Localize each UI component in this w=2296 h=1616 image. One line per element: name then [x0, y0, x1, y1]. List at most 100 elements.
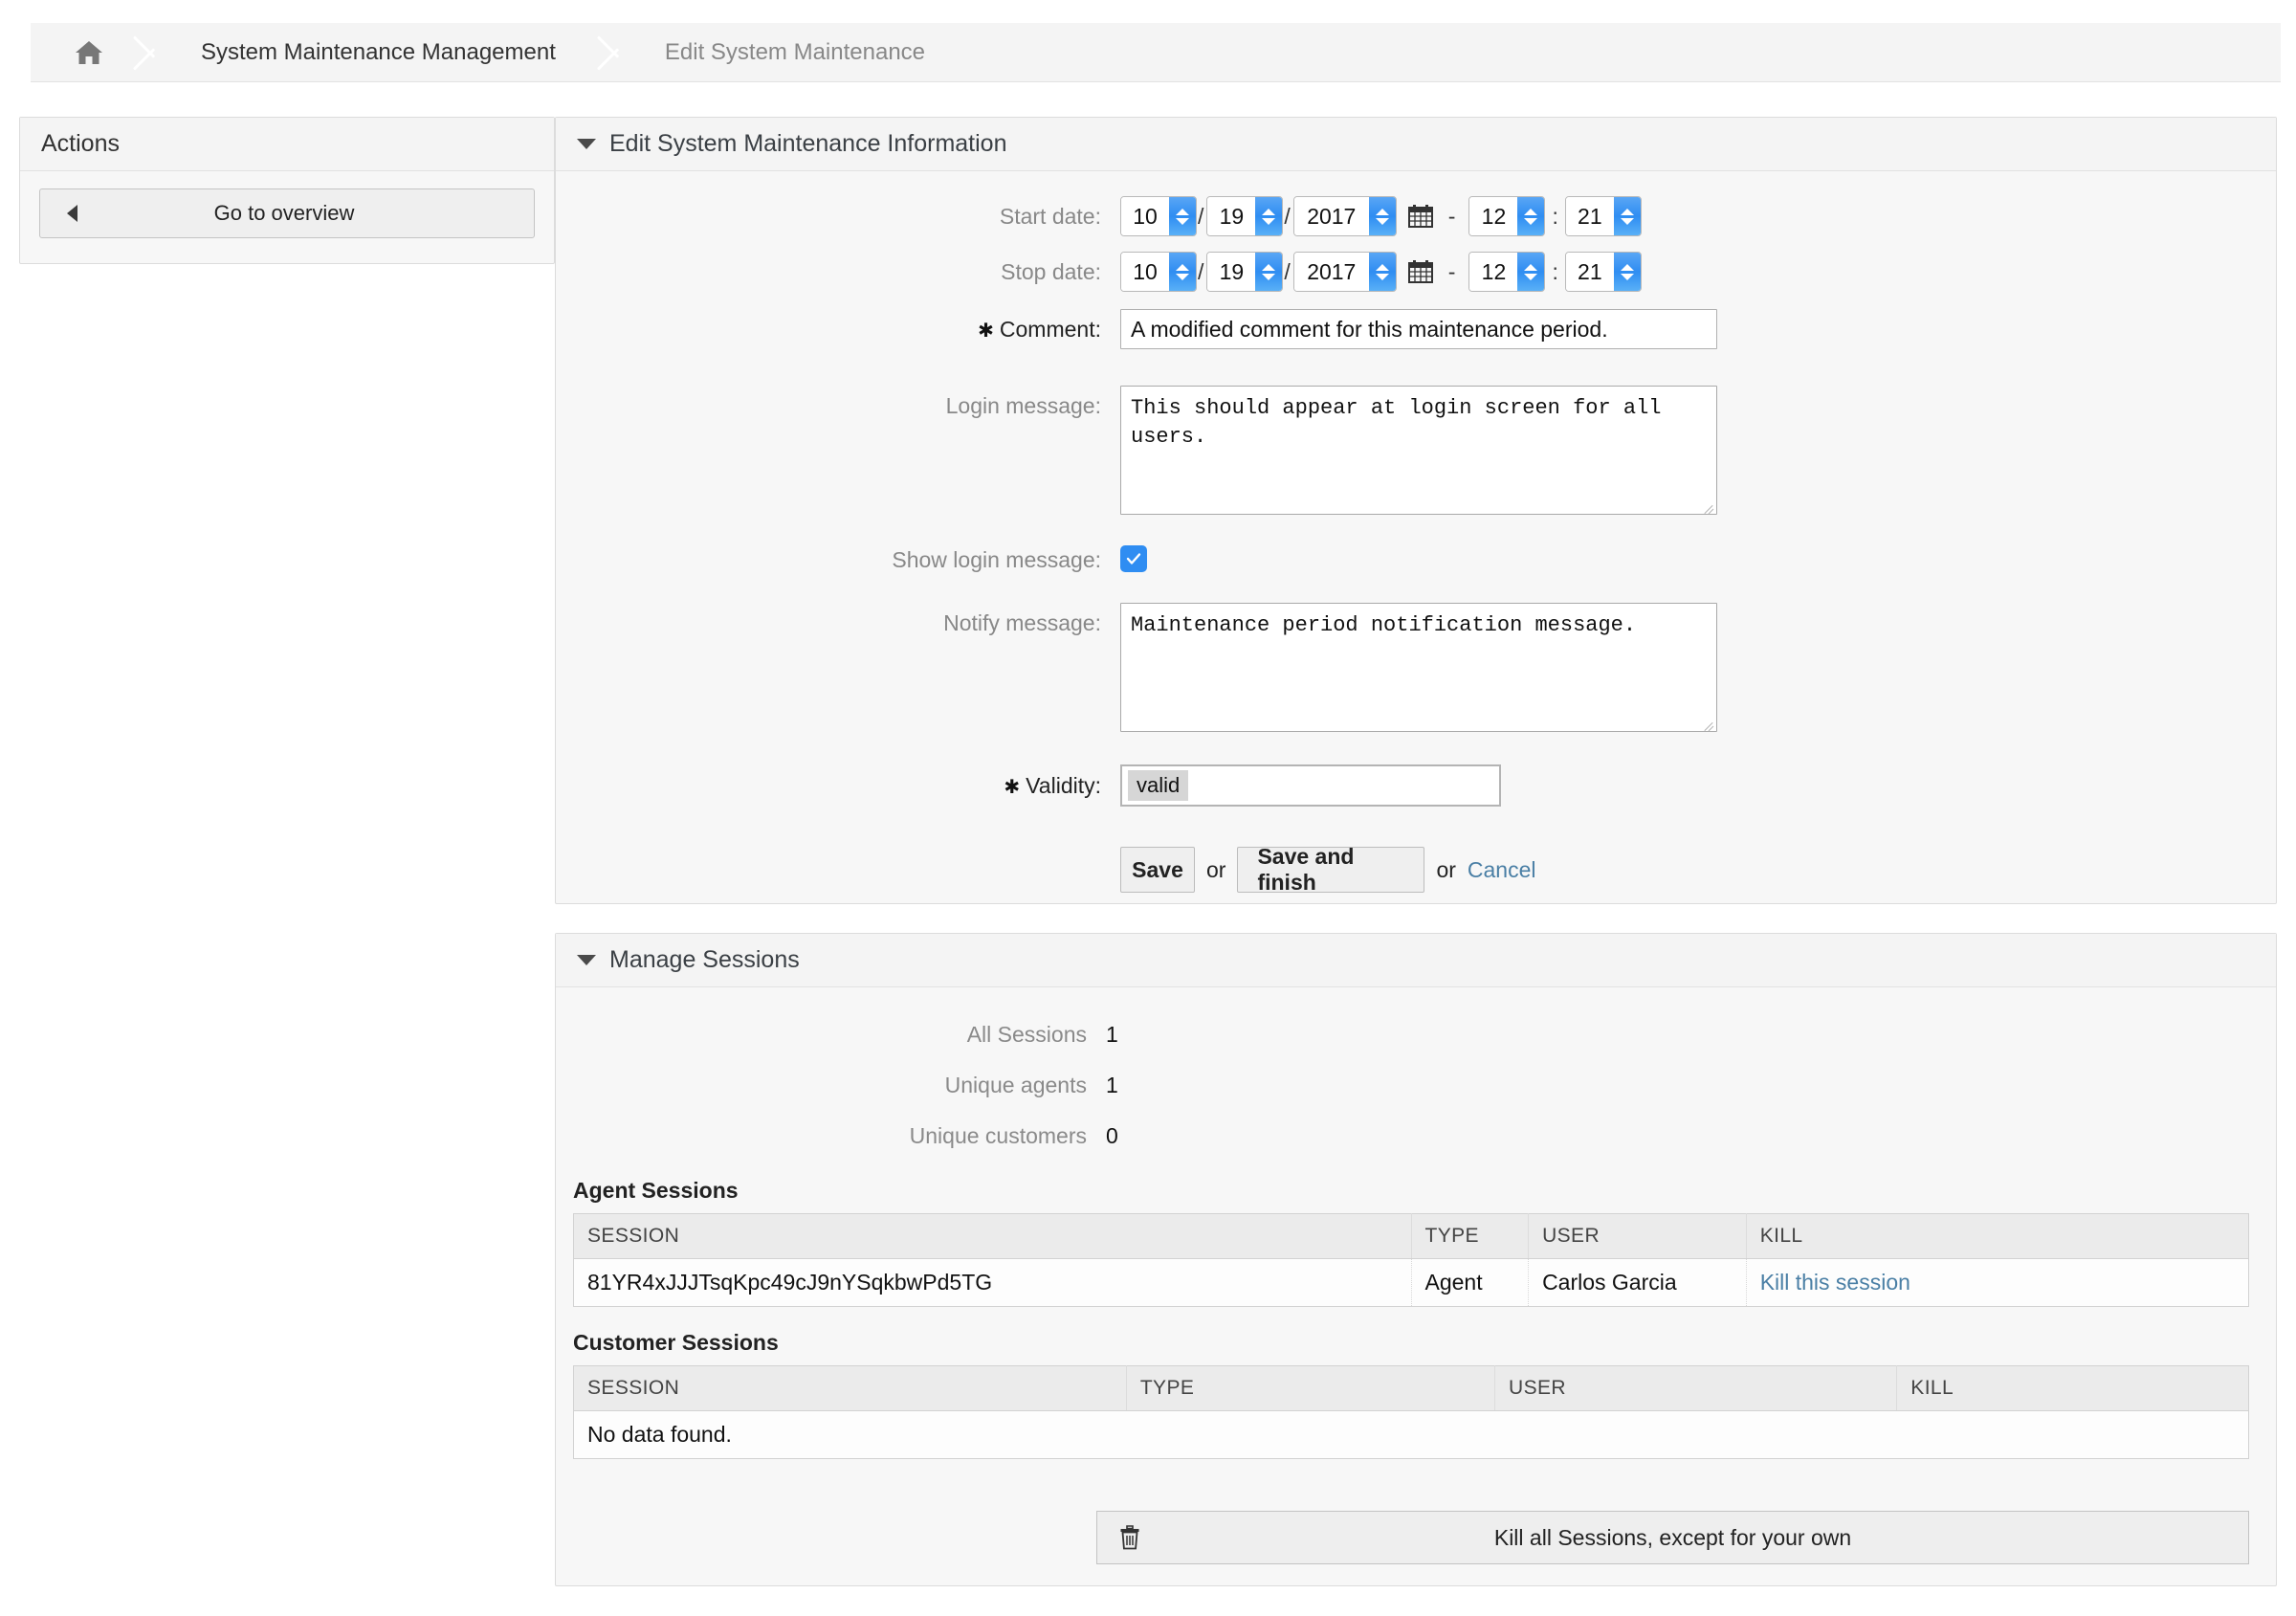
column-header-type: TYPE [1411, 1214, 1529, 1259]
kill-this-session-link[interactable]: Kill this session [1760, 1270, 1910, 1295]
stop-date-minute-value: 21 [1566, 253, 1614, 291]
go-to-overview-button[interactable]: Go to overview [39, 188, 535, 238]
start-date-year-spinner-buttons[interactable] [1369, 197, 1396, 235]
actions-sidebar: Actions Go to overview [19, 117, 555, 264]
stop-date-minute-spinner-buttons[interactable] [1614, 253, 1641, 291]
kill-all-sessions-button[interactable]: Kill all Sessions, except for your own [1096, 1511, 2249, 1564]
start-date-month-spinner-buttons[interactable] [1169, 197, 1196, 235]
stop-date-year-spinner-buttons[interactable] [1369, 253, 1396, 291]
stat-all-sessions-value: 1 [1106, 1022, 1118, 1048]
cell-session-type: Agent [1411, 1259, 1529, 1307]
manage-sessions-header[interactable]: Manage Sessions [556, 934, 2276, 987]
save-and-finish-button[interactable]: Save and finish [1237, 847, 1424, 893]
start-date-day-spinner[interactable]: 19 [1206, 196, 1283, 236]
actions-body: Go to overview [20, 171, 554, 263]
edit-system-maintenance-widget: Edit System Maintenance Information Star… [555, 117, 2277, 904]
stat-unique-agents-value: 1 [1106, 1073, 1118, 1098]
stop-date-month-spinner-buttons[interactable] [1169, 253, 1196, 291]
start-date-minute-spinner-buttons[interactable] [1614, 197, 1641, 235]
start-date-hour-spinner-buttons[interactable] [1517, 197, 1544, 235]
save-button[interactable]: Save [1120, 847, 1195, 893]
cell-session-user: Carlos Garcia [1529, 1259, 1747, 1307]
notify-message-row: Notify message: Maintenance period notif… [556, 603, 2276, 732]
notify-message-resize-grip[interactable] [1701, 716, 1714, 729]
comment-label: ✱Comment: [556, 309, 1120, 351]
validity-select[interactable]: valid [1120, 764, 1501, 807]
breadcrumb-label: Edit System Maintenance [665, 39, 925, 66]
edit-widget-title: Edit System Maintenance Information [609, 130, 1006, 158]
login-message-resize-grip[interactable] [1701, 498, 1714, 512]
validity-selected-option: valid [1128, 770, 1188, 801]
manage-sessions-widget: Manage Sessions All Sessions 1 Unique ag… [555, 933, 2277, 1586]
stat-all-sessions: All Sessions 1 [556, 1022, 2249, 1048]
customer-sessions-title: Customer Sessions [573, 1330, 2249, 1356]
or-text-2: or [1436, 857, 1455, 883]
breadcrumb-item-system-maintenance-management[interactable]: System Maintenance Management [163, 23, 594, 82]
validity-row: ✱Validity: valid [556, 764, 2276, 808]
comment-row: ✱Comment: A modified comment for this ma… [556, 309, 2276, 351]
start-date-minute-spinner[interactable]: 21 [1565, 196, 1642, 236]
date-slash-2: / [1284, 196, 1290, 236]
agent-sessions-table: SESSION TYPE USER KILL 81YR4xJJJTsqKpc49… [573, 1213, 2249, 1307]
agent-sessions-title: Agent Sessions [573, 1178, 2249, 1204]
stop-date-calendar-icon[interactable] [1408, 252, 1433, 292]
date-slash-1: / [1198, 196, 1203, 236]
comment-label-text: Comment: [1000, 317, 1101, 342]
chevron-down-icon[interactable] [577, 955, 596, 965]
stop-date-year-value: 2017 [1294, 253, 1369, 291]
start-date-day-value: 19 [1207, 197, 1255, 235]
breadcrumb-item-edit-system-maintenance[interactable]: Edit System Maintenance [627, 23, 963, 82]
cancel-link[interactable]: Cancel [1468, 857, 1536, 883]
show-login-message-checkbox[interactable] [1120, 545, 1147, 572]
stop-date-day-spinner[interactable]: 19 [1206, 252, 1283, 292]
show-login-message-row: Show login message: [556, 545, 2276, 574]
table-row-empty: No data found. [574, 1411, 2249, 1459]
comment-input[interactable]: A modified comment for this maintenance … [1120, 309, 1717, 349]
actions-title-label: Actions [41, 130, 120, 158]
login-message-label: Login message: [556, 386, 1120, 426]
login-message-textarea[interactable]: This should appear at login screen for a… [1120, 386, 1717, 515]
start-date-day-spinner-buttons[interactable] [1255, 197, 1282, 235]
kill-all-row: Kill all Sessions, except for your own [573, 1511, 2249, 1564]
start-date-row: Start date: 10 / 19 / 2017 [556, 196, 2276, 236]
validity-label: ✱Validity: [556, 764, 1120, 808]
cell-session-id: 81YR4xJJJTsqKpc49cJ9nYSqkbwPd5TG [574, 1259, 1412, 1307]
start-date-calendar-icon[interactable] [1408, 196, 1433, 236]
column-header-kill: KILL [1746, 1214, 2248, 1259]
stop-date-month-spinner[interactable]: 10 [1120, 252, 1197, 292]
stop-date-year-spinner[interactable]: 2017 [1293, 252, 1397, 292]
stop-date-minute-spinner[interactable]: 21 [1565, 252, 1642, 292]
start-date-month-value: 10 [1121, 197, 1169, 235]
stat-unique-agents-label: Unique agents [556, 1073, 1106, 1098]
column-header-type: TYPE [1126, 1366, 1494, 1411]
chevron-down-icon[interactable] [577, 139, 596, 149]
start-date-hour-spinner[interactable]: 12 [1468, 196, 1545, 236]
notify-message-textarea[interactable]: Maintenance period notification message. [1120, 603, 1717, 732]
breadcrumb-home[interactable] [31, 23, 130, 82]
date-time-separator: - [1448, 252, 1456, 292]
validity-label-text: Validity: [1026, 773, 1101, 798]
column-header-session: SESSION [574, 1366, 1127, 1411]
edit-widget-header[interactable]: Edit System Maintenance Information [556, 118, 2276, 171]
manage-sessions-title: Manage Sessions [609, 946, 800, 974]
or-text-1: or [1206, 857, 1225, 883]
breadcrumb-separator-2 [594, 23, 627, 82]
notify-message-label: Notify message: [556, 603, 1120, 643]
start-date-month-spinner[interactable]: 10 [1120, 196, 1197, 236]
stat-unique-customers-value: 0 [1106, 1123, 1118, 1149]
date-slash-2: / [1284, 252, 1290, 292]
agent-sessions-header-row: SESSION TYPE USER KILL [574, 1214, 2249, 1259]
stop-date-day-spinner-buttons[interactable] [1255, 253, 1282, 291]
sessions-body: All Sessions 1 Unique agents 1 Unique cu… [556, 987, 2276, 1564]
date-slash-1: / [1198, 252, 1203, 292]
stop-date-hour-spinner[interactable]: 12 [1468, 252, 1545, 292]
start-date-minute-value: 21 [1566, 197, 1614, 235]
stat-unique-customers-label: Unique customers [556, 1123, 1106, 1149]
stop-date-hour-spinner-buttons[interactable] [1517, 253, 1544, 291]
edit-form: Start date: 10 / 19 / 2017 [556, 171, 2276, 893]
start-date-year-spinner[interactable]: 2017 [1293, 196, 1397, 236]
stop-date-row: Stop date: 10 / 19 / 2017 [556, 252, 2276, 292]
stop-date-label: Stop date: [556, 252, 1120, 292]
time-colon: : [1552, 196, 1557, 236]
actions-title: Actions [20, 118, 554, 171]
